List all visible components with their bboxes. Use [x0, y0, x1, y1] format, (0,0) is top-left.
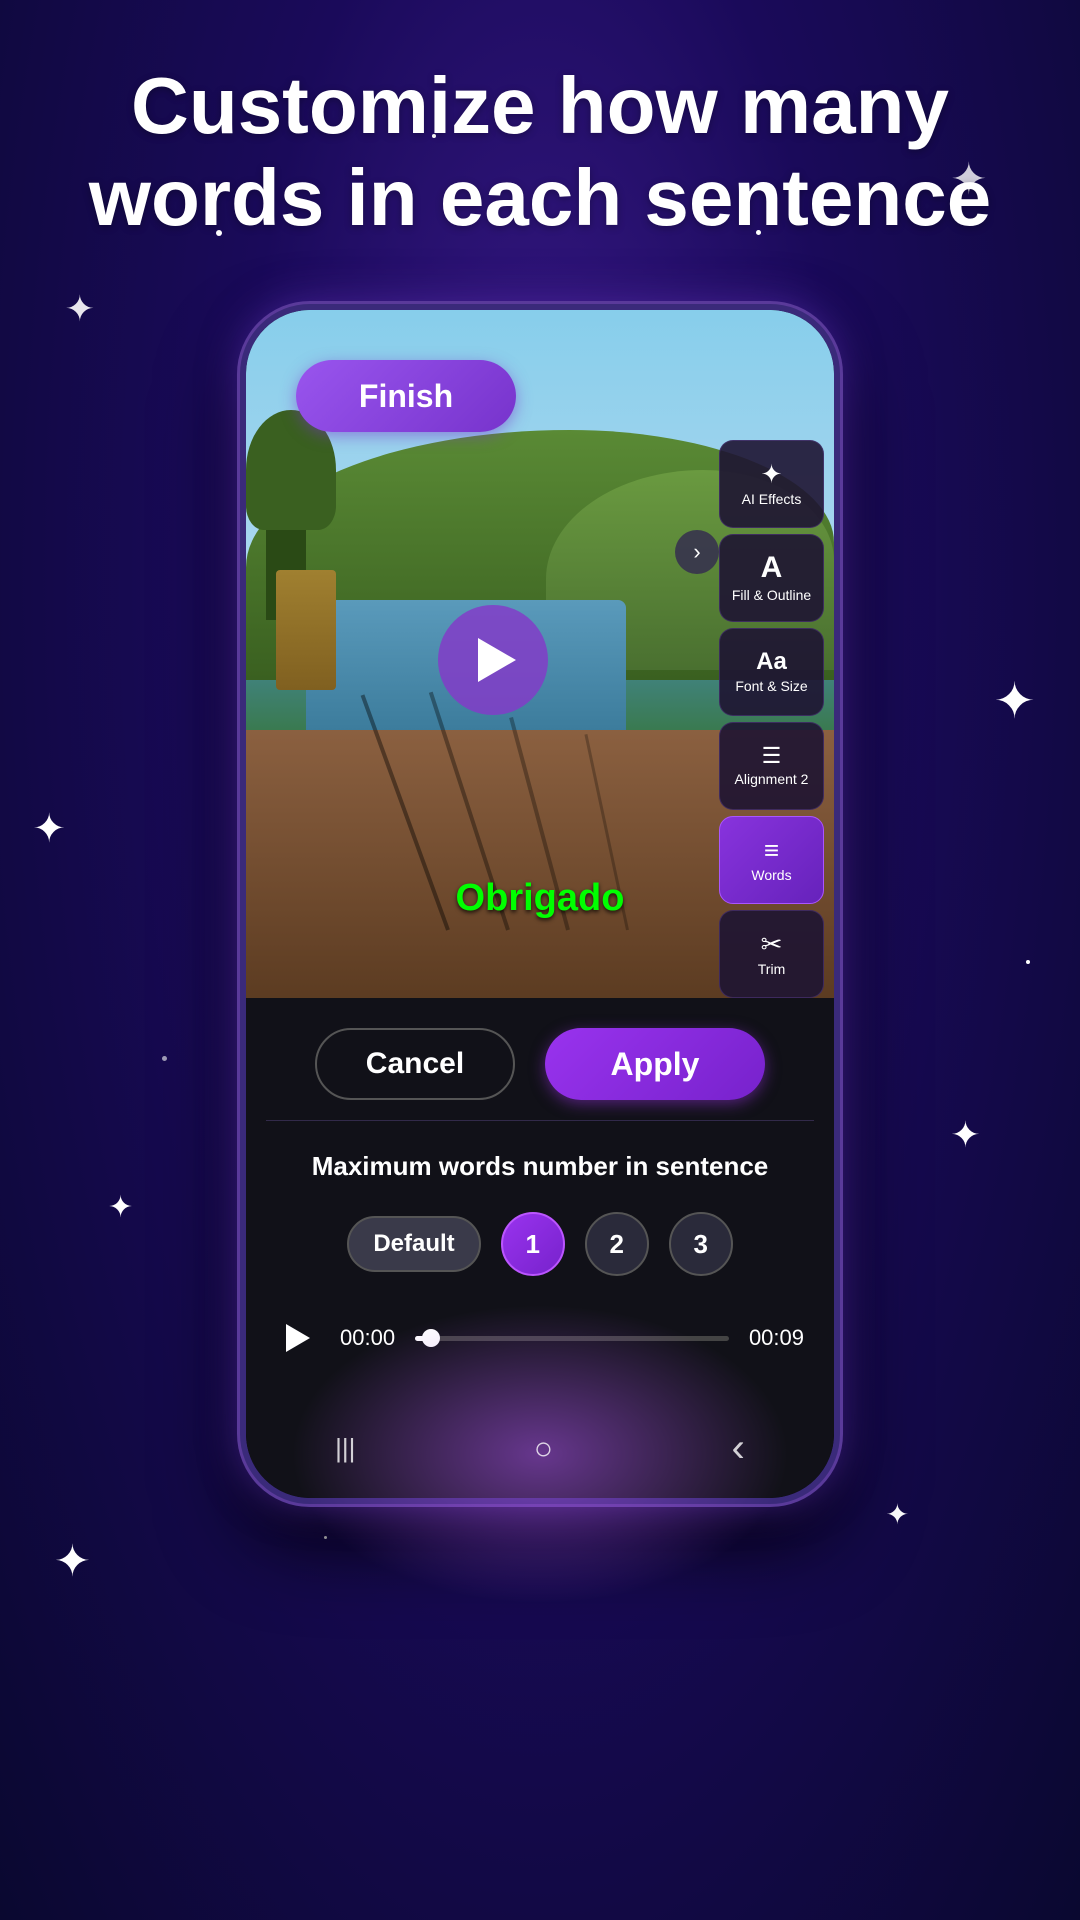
bottom-panel: Cancel Apply Maximum words number in sen…: [246, 998, 834, 1498]
trim-label: Trim: [758, 961, 785, 978]
recents-nav-icon[interactable]: |||: [335, 1433, 355, 1464]
phone-device: Obrigado Finish › ✦ AI Effects A Fill & …: [0, 304, 1080, 1504]
words-button[interactable]: ≡ Words: [719, 816, 824, 904]
apply-button[interactable]: Apply: [545, 1028, 765, 1100]
phone-body: Obrigado Finish › ✦ AI Effects A Fill & …: [240, 304, 840, 1504]
collapse-toolbar-button[interactable]: ›: [675, 530, 719, 574]
alignment-button[interactable]: ☰ Alignment 2: [719, 722, 824, 810]
words-icon: ≡: [764, 837, 779, 863]
phone-navigation: ||| ○ ‹: [246, 1418, 834, 1478]
page-title: Customize how many words in each sentenc…: [80, 60, 1000, 244]
words-label: Words: [751, 867, 791, 884]
back-nav-icon[interactable]: ‹: [731, 1426, 744, 1471]
video-overlay-text: Obrigado: [456, 877, 625, 920]
end-time: 00:09: [749, 1325, 804, 1351]
editing-toolbar: ✦ AI Effects A Fill & Outline Aa Font & …: [719, 440, 834, 998]
fill-outline-icon: A: [761, 553, 783, 583]
option-2[interactable]: 2: [585, 1212, 649, 1276]
power-button: [836, 610, 840, 730]
alignment-icon: ☰: [762, 745, 782, 767]
home-nav-icon[interactable]: ○: [534, 1430, 553, 1467]
play-button[interactable]: [438, 605, 548, 715]
option-default[interactable]: Default: [347, 1216, 480, 1272]
font-size-button[interactable]: Aa Font & Size: [719, 628, 824, 716]
trim-button[interactable]: ✂ Trim: [719, 910, 824, 998]
words-options-row: Default 1 2 3: [286, 1212, 794, 1276]
volume-down-button: [240, 670, 244, 750]
reeds: [276, 570, 336, 690]
progress-thumb[interactable]: [422, 1329, 440, 1347]
chevron-right-icon: ›: [693, 539, 700, 565]
cancel-button[interactable]: Cancel: [315, 1028, 515, 1100]
option-3-label: 3: [693, 1229, 707, 1260]
words-settings: Maximum words number in sentence Default…: [246, 1121, 834, 1296]
finish-button[interactable]: Finish: [296, 360, 516, 432]
fill-outline-button[interactable]: A Fill & Outline: [719, 534, 824, 622]
option-3[interactable]: 3: [669, 1212, 733, 1276]
action-row: Cancel Apply: [246, 998, 834, 1120]
current-time: 00:00: [340, 1325, 395, 1351]
ai-effects-icon: ✦: [761, 461, 783, 487]
phone-screen: Obrigado Finish › ✦ AI Effects A Fill & …: [246, 310, 834, 1498]
progress-track[interactable]: [415, 1336, 729, 1341]
font-size-icon: Aa: [756, 650, 787, 674]
progress-play-button[interactable]: [276, 1316, 320, 1360]
volume-up-button: [240, 560, 244, 640]
ai-effects-label: AI Effects: [742, 491, 802, 508]
finish-button-label: Finish: [359, 378, 453, 415]
option-1[interactable]: 1: [501, 1212, 565, 1276]
ai-effects-button[interactable]: ✦ AI Effects: [719, 440, 824, 528]
progress-play-icon: [286, 1324, 310, 1352]
trim-icon: ✂: [761, 931, 783, 957]
option-1-label: 1: [525, 1229, 539, 1260]
header: Customize how many words in each sentenc…: [0, 0, 1080, 284]
fill-outline-label: Fill & Outline: [732, 587, 811, 604]
alignment-label: Alignment 2: [735, 771, 809, 788]
option-default-label: Default: [373, 1230, 454, 1257]
apply-label: Apply: [611, 1046, 700, 1083]
words-section-title: Maximum words number in sentence: [286, 1151, 794, 1182]
cancel-label: Cancel: [366, 1047, 464, 1081]
star-8: ✦: [54, 1536, 91, 1587]
option-2-label: 2: [609, 1229, 623, 1260]
play-icon: [478, 638, 516, 682]
font-size-label: Font & Size: [735, 678, 807, 695]
video-progress-bar[interactable]: 00:00 00:09: [246, 1296, 834, 1370]
star-dot-8: [324, 1536, 327, 1539]
